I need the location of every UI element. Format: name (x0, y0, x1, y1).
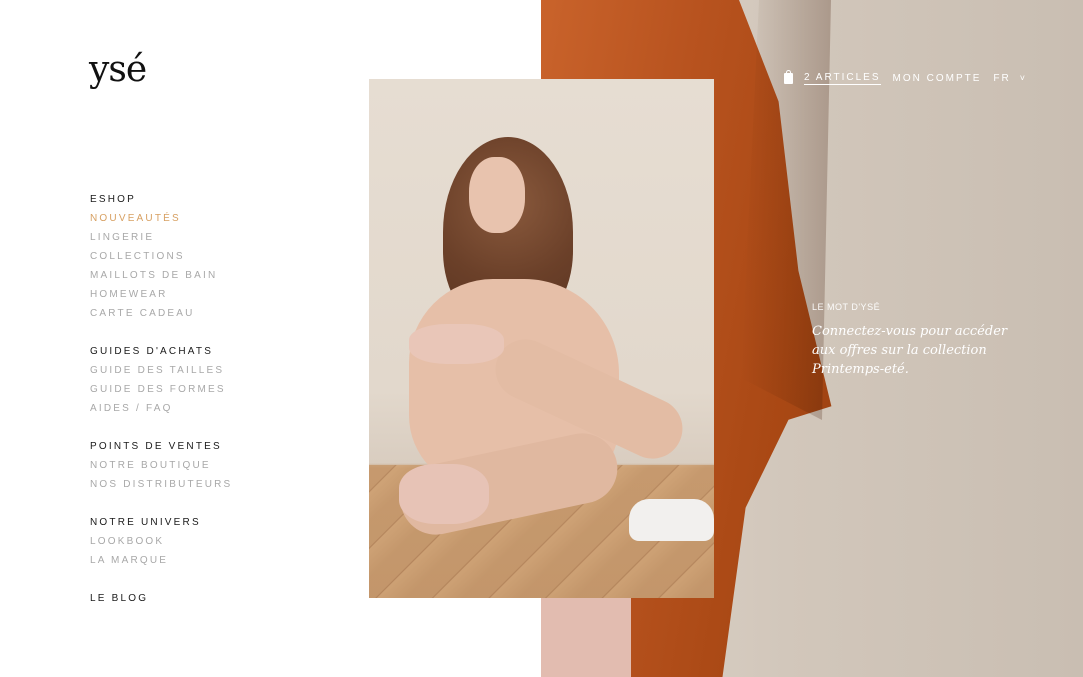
nav-item[interactable]: GUIDE DES FORMES (90, 380, 330, 399)
brand-logo[interactable]: ysé (89, 52, 147, 88)
main-navigation: ESHOP NOUVEAUTÉS LINGERIE COLLECTIONS MAILLO… (90, 190, 330, 627)
nav-group: ESHOP NOUVEAUTÉS LINGERIE COLLECTIONS MAILLO… (90, 190, 330, 323)
nav-item[interactable]: AIDES / FAQ (90, 399, 330, 418)
nav-heading[interactable]: POINTS DE VENTES (90, 437, 330, 456)
nav-item[interactable]: GUIDE DES TAILLES (90, 361, 330, 380)
nav-item[interactable]: NOS DISTRIBUTEURS (90, 475, 330, 494)
photo-bra (409, 324, 504, 364)
promo-text[interactable]: Connectez-vous pour accéder aux offres s… (812, 322, 1012, 379)
shopping-bag-icon[interactable] (784, 70, 793, 84)
cart-link[interactable]: 2 ARTICLES (804, 72, 881, 85)
promo-label: LE MOT D'YSÉ (812, 302, 881, 312)
nav-item[interactable]: NOUVEAUTÉS (90, 209, 330, 228)
nav-group: LE BLOG (90, 589, 330, 608)
nav-heading[interactable]: GUIDES D'ACHATS (90, 342, 330, 361)
language-selector[interactable]: FR ˅ (993, 73, 1027, 84)
chevron-down-icon: ˅ (1019, 73, 1028, 83)
nav-item[interactable]: NOTRE BOUTIQUE (90, 456, 330, 475)
nav-item[interactable]: HOMEWEAR (90, 285, 330, 304)
nav-group: POINTS DE VENTES NOTRE BOUTIQUE NOS DISTRI… (90, 437, 330, 494)
promo-block: LE MOT D'YSÉ Connectez-vous pour accéder… (812, 302, 1012, 379)
photo-shoe (629, 499, 714, 541)
nav-item[interactable]: LA MARQUE (90, 551, 330, 570)
nav-item[interactable]: COLLECTIONS (90, 247, 330, 266)
top-navigation: 2 ARTICLES MON COMPTE FR ˅ (784, 70, 1027, 85)
account-link[interactable]: MON COMPTE (893, 73, 982, 84)
photo-brief (399, 464, 489, 524)
nav-item[interactable]: MAILLOTS DE BAIN (90, 266, 330, 285)
nav-heading[interactable]: NOTRE UNIVERS (90, 513, 330, 532)
nav-group: NOTRE UNIVERS LOOKBOOK LA MARQUE (90, 513, 330, 570)
background-detail (541, 595, 631, 677)
featured-model-photo[interactable] (369, 79, 714, 598)
nav-group: GUIDES D'ACHATS GUIDE DES TAILLES GUIDE DE… (90, 342, 330, 418)
nav-heading[interactable]: ESHOP (90, 190, 330, 209)
nav-item[interactable]: LOOKBOOK (90, 532, 330, 551)
photo-face (469, 157, 525, 233)
nav-item[interactable]: CARTE CADEAU (90, 304, 330, 323)
nav-heading[interactable]: LE BLOG (90, 589, 330, 608)
language-label: FR (993, 73, 1011, 84)
nav-item[interactable]: LINGERIE (90, 228, 330, 247)
